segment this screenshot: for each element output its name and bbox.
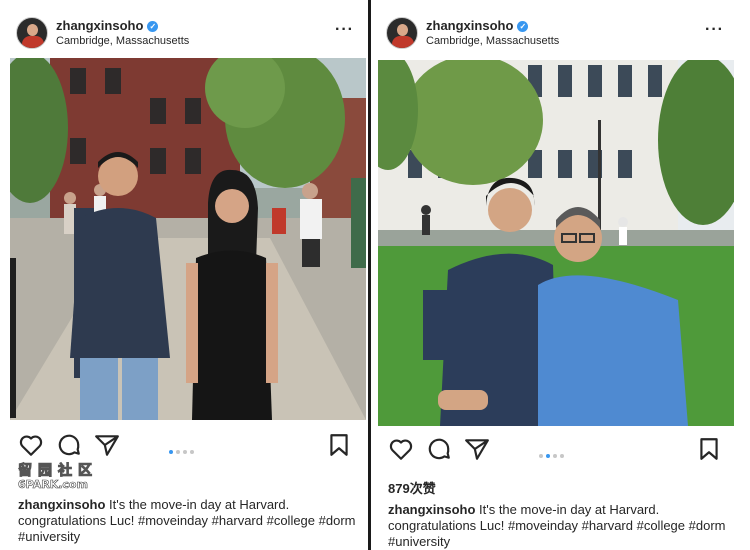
photo-street-scene (10, 58, 366, 420)
post-header: zhangxinsoho ✓ Cambridge, Massachusetts ·… (374, 8, 736, 58)
instagram-post-right: zhangxinsoho ✓ Cambridge, Massachusetts ·… (374, 8, 736, 549)
post-username[interactable]: zhangxinsoho ✓ (426, 18, 529, 33)
post-actions (4, 430, 366, 460)
avatar[interactable] (386, 17, 418, 49)
post-header: zhangxinsoho ✓ Cambridge, Massachusetts ·… (4, 8, 366, 58)
avatar[interactable] (16, 17, 48, 49)
verified-badge-icon: ✓ (517, 21, 529, 32)
likes-count[interactable]: 879次赞 (388, 478, 436, 497)
post-caption: zhangxinsoho It's the move-in day at Har… (388, 502, 728, 550)
username-text[interactable]: zhangxinsoho (56, 18, 143, 33)
photo-yard-scene (378, 60, 734, 426)
carousel-indicator (539, 445, 567, 463)
watermark-logo: 留园社区 6PARK.com (18, 460, 98, 492)
carousel-dot (176, 450, 180, 454)
carousel-dot (546, 454, 550, 458)
more-horizontal-icon[interactable]: ··· (335, 21, 354, 39)
post-location[interactable]: Cambridge, Massachusetts (56, 35, 189, 47)
comment-icon[interactable] (426, 436, 452, 462)
caption-username[interactable]: zhangxinsoho (388, 502, 475, 517)
watermark-url: 6PARK.com (18, 478, 89, 492)
carousel-dot (553, 454, 557, 458)
carousel-dot (169, 450, 173, 454)
post-photo[interactable] (378, 60, 734, 426)
post-photo[interactable] (10, 58, 366, 420)
paper-plane-icon[interactable] (464, 436, 490, 462)
post-caption: zhangxinsoho It's the move-in day at Har… (18, 497, 358, 545)
bookmark-icon[interactable] (696, 436, 722, 462)
instagram-post-left: zhangxinsoho ✓ Cambridge, Massachusetts ·… (4, 8, 366, 544)
more-horizontal-icon[interactable]: ··· (705, 21, 724, 39)
post-actions (374, 434, 736, 464)
caption-username[interactable]: zhangxinsoho (18, 497, 105, 512)
bookmark-icon[interactable] (326, 432, 352, 458)
verified-badge-icon: ✓ (147, 21, 159, 32)
comment-icon[interactable] (56, 432, 82, 458)
paper-plane-icon[interactable] (94, 432, 120, 458)
watermark-text: 留园社区 (18, 463, 98, 480)
carousel-dot (539, 454, 543, 458)
heart-icon[interactable] (388, 436, 414, 462)
username-text[interactable]: zhangxinsoho (426, 18, 513, 33)
panel-divider (368, 0, 371, 550)
post-location[interactable]: Cambridge, Massachusetts (426, 35, 559, 47)
carousel-dot (183, 450, 187, 454)
carousel-indicator (169, 441, 197, 459)
heart-icon[interactable] (18, 432, 44, 458)
carousel-dot (560, 454, 564, 458)
carousel-dot (190, 450, 194, 454)
post-username[interactable]: zhangxinsoho ✓ (56, 18, 159, 33)
